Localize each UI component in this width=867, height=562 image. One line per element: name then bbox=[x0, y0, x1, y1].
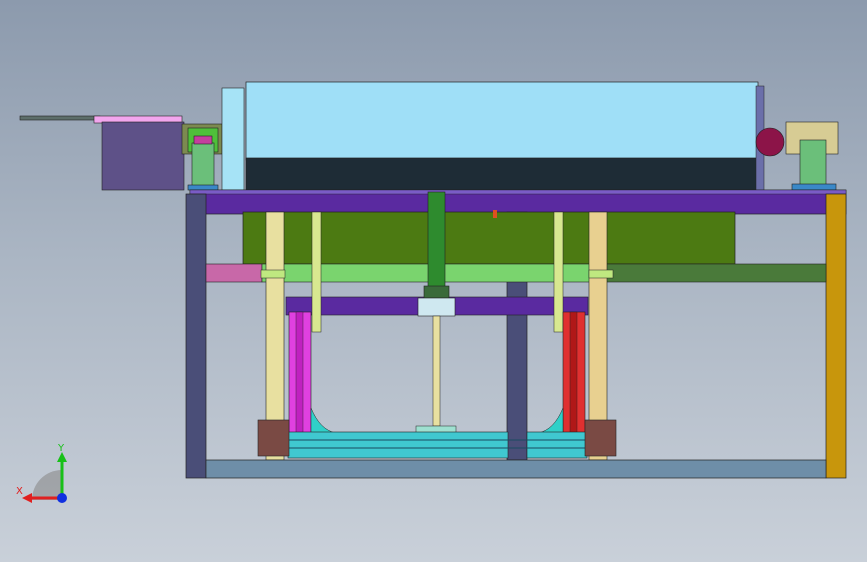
left-drive-housing bbox=[101, 121, 185, 191]
bottom-rail-right bbox=[526, 431, 588, 459]
right-actuator-channel bbox=[569, 311, 578, 437]
left-guide-shaft bbox=[311, 211, 322, 333]
left-post-collar bbox=[260, 269, 286, 279]
left-conveyor-rail bbox=[19, 115, 101, 121]
left-side-guard bbox=[221, 87, 245, 191]
left-actuator-channel bbox=[295, 311, 304, 437]
right-frame-column bbox=[825, 193, 847, 479]
rail-band-left bbox=[205, 263, 263, 283]
left-motor-base bbox=[187, 184, 219, 191]
indicator-marker bbox=[493, 210, 497, 218]
triad-shadow bbox=[32, 470, 62, 500]
triad-x-label: X bbox=[16, 486, 23, 497]
left-motor-cylinder bbox=[191, 142, 215, 187]
piston-rod bbox=[432, 315, 441, 427]
right-motor-base bbox=[791, 183, 837, 191]
right-drive-pulley bbox=[755, 127, 785, 157]
right-bearing-block bbox=[584, 419, 617, 457]
right-guide-shaft bbox=[553, 211, 564, 333]
base-beam bbox=[205, 459, 827, 479]
machine-assembly-drawing[interactable] bbox=[0, 0, 867, 562]
right-gusset bbox=[537, 407, 564, 434]
right-motor-cylinder bbox=[799, 139, 827, 187]
right-post-collar bbox=[588, 269, 614, 279]
coordinate-triad bbox=[22, 452, 67, 503]
cylinder-mount bbox=[417, 297, 456, 317]
left-frame-column bbox=[185, 193, 207, 479]
bottom-rail-left bbox=[287, 431, 509, 459]
hopper-lower-band bbox=[245, 157, 759, 191]
hopper-body bbox=[245, 81, 759, 161]
cylinder-head bbox=[423, 285, 450, 299]
cad-viewport[interactable]: Y X bbox=[0, 0, 867, 562]
rail-band-right bbox=[605, 263, 827, 283]
triad-z-axis bbox=[57, 493, 67, 503]
left-gusset bbox=[310, 407, 337, 434]
top-beam-strip bbox=[189, 189, 847, 195]
triad-y-label: Y bbox=[58, 443, 65, 454]
left-bearing-block bbox=[257, 419, 290, 457]
pneumatic-cylinder bbox=[427, 191, 446, 291]
triad-x-arrowhead bbox=[22, 493, 32, 503]
left-motor-cap bbox=[193, 135, 213, 145]
